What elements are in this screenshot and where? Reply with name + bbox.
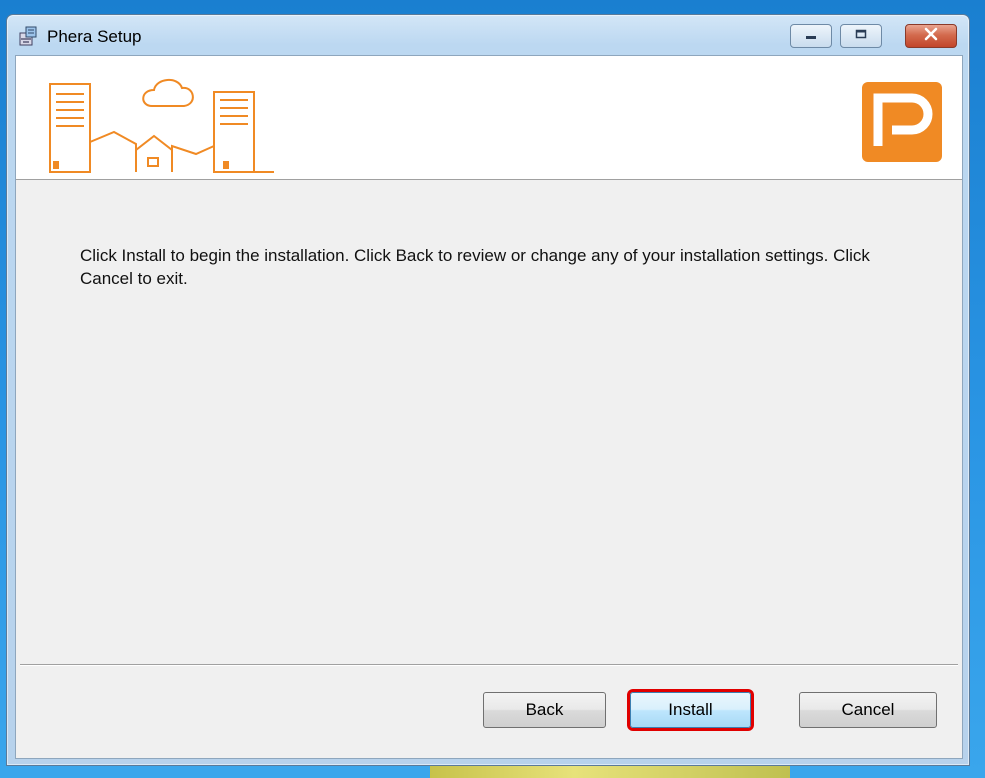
install-button[interactable]: Install — [630, 692, 751, 728]
minimize-icon — [804, 27, 818, 45]
maximize-icon — [854, 27, 868, 45]
cancel-button[interactable]: Cancel — [799, 692, 937, 728]
title-bar[interactable]: Phera Setup — [7, 15, 969, 55]
close-icon — [923, 27, 939, 46]
window-title: Phera Setup — [47, 27, 142, 46]
maximize-button[interactable] — [840, 24, 882, 48]
instruction-text: Click Install to begin the installation.… — [80, 246, 870, 288]
phera-logo — [862, 82, 942, 162]
header-banner — [16, 56, 962, 180]
installer-icon — [17, 25, 39, 47]
setup-window: Phera Setup Click Install to begin the i… — [6, 14, 970, 766]
close-button[interactable] — [905, 24, 957, 48]
footer-divider — [20, 664, 958, 666]
dialog-body: Click Install to begin the installation.… — [15, 55, 963, 759]
back-button[interactable]: Back — [483, 692, 606, 728]
minimize-button[interactable] — [790, 24, 832, 48]
city-skyline-illustration — [44, 66, 314, 181]
